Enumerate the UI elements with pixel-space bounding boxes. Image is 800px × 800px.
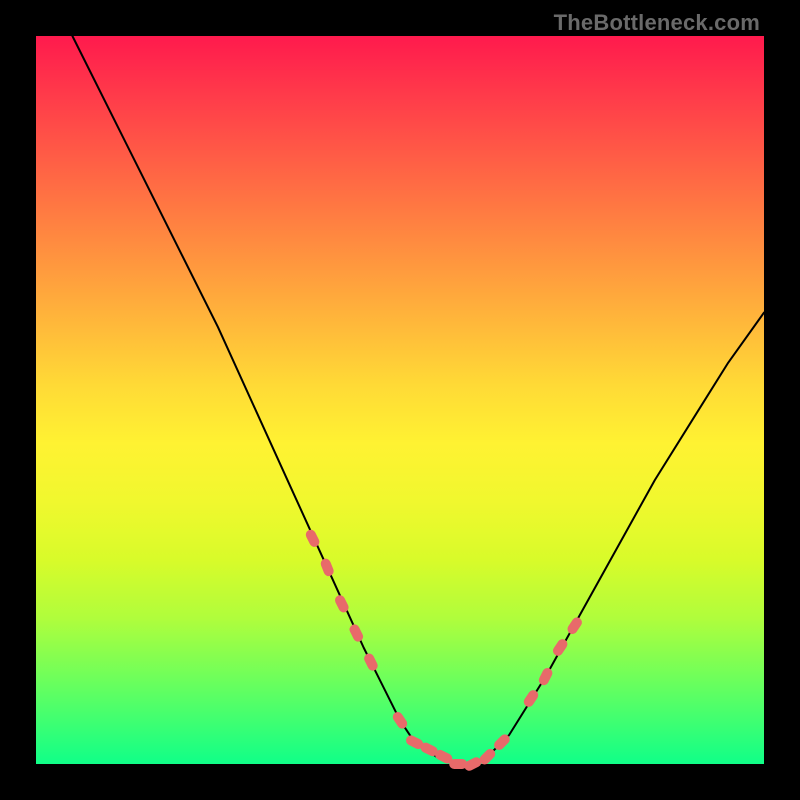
highlight-dot — [537, 666, 554, 687]
chart-svg — [36, 36, 764, 764]
highlight-dot — [348, 623, 365, 644]
highlight-dot — [566, 615, 584, 636]
chart-frame: TheBottleneck.com — [0, 0, 800, 800]
dots-group — [304, 528, 584, 772]
highlight-dot — [362, 652, 379, 673]
highlight-dot — [304, 528, 321, 549]
highlight-dot — [449, 759, 467, 769]
watermark-text: TheBottleneck.com — [554, 10, 760, 36]
curve-group — [72, 36, 764, 764]
highlight-dot — [391, 710, 409, 731]
plot-area — [36, 36, 764, 764]
highlight-dot — [319, 557, 335, 577]
bottleneck-curve-path — [72, 36, 764, 764]
